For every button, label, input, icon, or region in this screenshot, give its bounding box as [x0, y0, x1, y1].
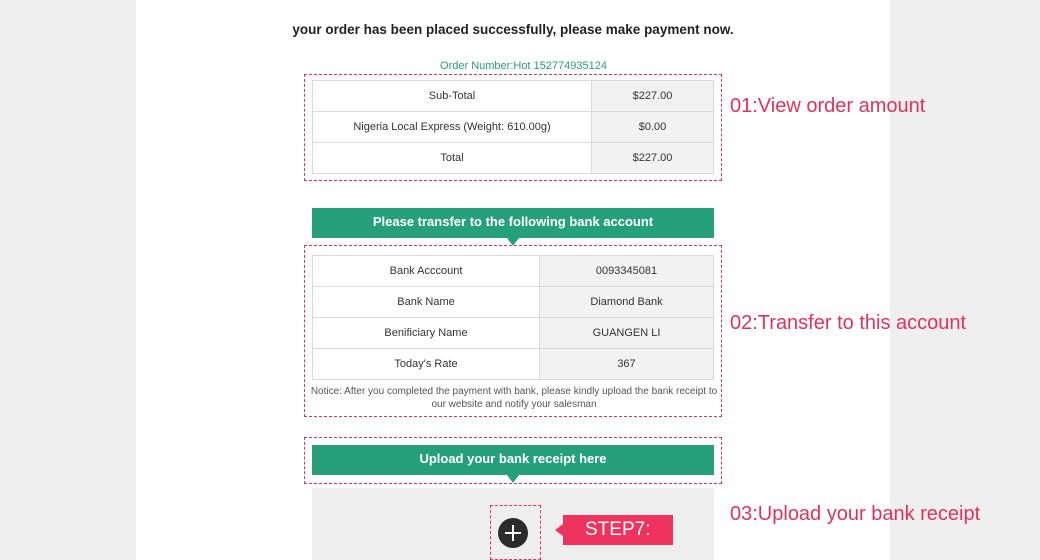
summary-label: Nigeria Local Express (Weight: 610.00g) — [312, 111, 592, 143]
bank-account-table: Bank Acccount 0093345081 Bank Name Diamo… — [312, 255, 714, 380]
table-row: Total $227.00 — [312, 142, 714, 174]
bank-label: Benificiary Name — [312, 317, 540, 349]
plus-circle-icon[interactable] — [498, 518, 528, 548]
callout-upload-receipt: 03:Upload your bank receipt — [730, 503, 981, 525]
callout-transfer-account: 02:Transfer to this account — [730, 312, 967, 334]
summary-value: $0.00 — [591, 111, 714, 143]
order-summary-table: Sub-Total $227.00 Nigeria Local Express … — [312, 80, 714, 174]
table-row: Sub-Total $227.00 — [312, 80, 714, 112]
table-row: Bank Acccount 0093345081 — [312, 255, 714, 287]
bank-label: Today's Rate — [312, 348, 540, 380]
bank-transfer-banner: Please transfer to the following bank ac… — [312, 208, 714, 246]
exchange-rate-value: 367 — [539, 348, 714, 380]
upload-receipt-banner-text: Upload your bank receipt here — [419, 451, 607, 466]
bank-label: Bank Acccount — [312, 255, 540, 287]
upload-receipt-banner: Upload your bank receipt here — [312, 445, 714, 483]
table-row: Nigeria Local Express (Weight: 610.00g) … — [312, 111, 714, 143]
plus-vertical-bar — [512, 525, 514, 541]
payment-notice: Notice: After you completed the payment … — [310, 386, 718, 410]
summary-label: Sub-Total — [312, 80, 592, 112]
bank-name-value: Diamond Bank — [539, 286, 714, 318]
bank-label: Bank Name — [312, 286, 540, 318]
table-row: Bank Name Diamond Bank — [312, 286, 714, 318]
summary-label: Total — [312, 142, 592, 174]
step-badge: STEP7: — [555, 515, 673, 545]
order-number: Order Number:Hot 152774935124 — [440, 60, 607, 72]
page-headline: your order has been placed successfully,… — [292, 22, 734, 37]
beneficiary-name-value: GUANGEN LI — [539, 317, 714, 349]
table-row: Today's Rate 367 — [312, 348, 714, 380]
callout-view-order-amount: 01:View order amount — [730, 95, 926, 117]
summary-value: $227.00 — [591, 80, 714, 112]
summary-value: $227.00 — [591, 142, 714, 174]
bank-account-number: 0093345081 — [539, 255, 714, 287]
bank-transfer-banner-text: Please transfer to the following bank ac… — [372, 214, 654, 229]
banner-pointer-icon — [507, 475, 519, 483]
table-row: Benificiary Name GUANGEN LI — [312, 317, 714, 349]
